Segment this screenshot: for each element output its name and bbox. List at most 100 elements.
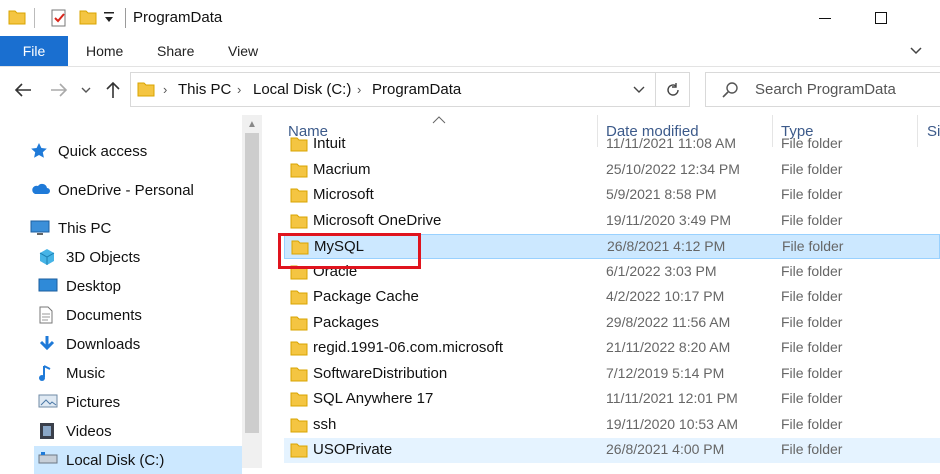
tab-share[interactable]: Share bbox=[157, 36, 194, 66]
address-row: › This PC › Local Disk (C:) › ProgramDat… bbox=[0, 67, 940, 113]
scrollbar-thumb[interactable] bbox=[245, 133, 259, 433]
nav-item-local-disk[interactable]: Local Disk (C:) bbox=[34, 446, 242, 474]
nav-item-downloads[interactable]: Downloads bbox=[38, 330, 140, 358]
cloud-icon bbox=[30, 181, 50, 199]
file-name: ssh bbox=[313, 415, 337, 433]
file-date-modified: 19/11/2020 3:49 PM bbox=[606, 211, 732, 228]
breadcrumb-local-disk[interactable]: Local Disk (C:) bbox=[253, 81, 351, 98]
minimize-button[interactable] bbox=[802, 0, 848, 36]
music-icon bbox=[38, 364, 58, 382]
file-row[interactable]: Packages 29/8/2022 11:56 AM File folder bbox=[284, 311, 940, 336]
breadcrumb-separator[interactable]: › bbox=[237, 82, 241, 97]
back-arrow-icon bbox=[14, 83, 31, 97]
file-row[interactable]: Package Cache 4/2/2022 10:17 PM File folde… bbox=[284, 285, 940, 310]
chevron-down-icon bbox=[633, 86, 645, 93]
file-type: File folder bbox=[781, 186, 843, 202]
tab-view[interactable]: View bbox=[228, 36, 258, 66]
folder-icon bbox=[290, 340, 308, 356]
file-date-modified: 29/8/2022 11:56 AM bbox=[606, 313, 731, 330]
nav-item-onedrive[interactable]: OneDrive - Personal bbox=[30, 176, 194, 204]
address-history-dropdown[interactable] bbox=[627, 73, 651, 106]
file-date-modified: 21/11/2022 8:20 AM bbox=[606, 339, 731, 355]
new-folder-icon[interactable] bbox=[79, 9, 97, 25]
nav-item-this-pc[interactable]: This PC bbox=[30, 214, 111, 242]
up-button[interactable] bbox=[102, 79, 124, 101]
file-name: Intuit bbox=[313, 135, 346, 152]
file-row[interactable]: ssh 19/11/2020 10:53 AM File folder bbox=[284, 413, 940, 438]
nav-item-3d-objects[interactable]: 3D Objects bbox=[38, 243, 140, 271]
sort-ascending-icon bbox=[432, 115, 446, 127]
scroll-up-icon[interactable]: ▲ bbox=[246, 119, 258, 130]
file-row[interactable]: regid.1991-06.com.microsoft 21/11/2022 8:… bbox=[284, 336, 940, 361]
breadcrumb-this-pc[interactable]: This PC bbox=[178, 81, 231, 98]
navigation-pane: Quick access OneDrive - Personal This PC… bbox=[0, 115, 262, 474]
file-name: Package Cache bbox=[313, 288, 419, 305]
nav-item-desktop[interactable]: Desktop bbox=[38, 272, 121, 300]
breadcrumb-programdata[interactable]: ProgramData bbox=[372, 81, 461, 98]
file-type: File folder bbox=[781, 441, 843, 457]
expand-ribbon-icon[interactable] bbox=[908, 42, 928, 60]
window-title: ProgramData bbox=[133, 9, 223, 26]
search-input[interactable]: Search ProgramData bbox=[755, 81, 896, 98]
file-row[interactable]: Microsoft OneDrive 19/11/2020 3:49 PM File… bbox=[284, 209, 940, 234]
file-type: File folder bbox=[781, 288, 843, 304]
file-row[interactable]: Intuit 11/11/2021 11:08 AM File folder bbox=[284, 132, 940, 157]
drive-icon bbox=[38, 451, 58, 469]
nav-item-pictures[interactable]: Pictures bbox=[38, 388, 120, 416]
folder-icon bbox=[290, 391, 308, 407]
nav-item-documents[interactable]: Documents bbox=[38, 301, 142, 329]
file-name: Packages bbox=[313, 313, 379, 331]
file-name: SQL Anywhere 17 bbox=[313, 390, 434, 407]
properties-icon[interactable] bbox=[50, 9, 68, 27]
nav-label: Local Disk (C:) bbox=[66, 451, 165, 469]
folder-icon bbox=[290, 136, 308, 152]
chevron-down-icon bbox=[81, 87, 91, 93]
file-type: File folder bbox=[781, 313, 843, 330]
nav-label: Documents bbox=[66, 306, 142, 324]
nav-item-videos[interactable]: Videos bbox=[38, 417, 112, 445]
maximize-button[interactable] bbox=[858, 0, 904, 36]
title-bar: ProgramData bbox=[0, 0, 940, 36]
address-bar[interactable]: › This PC › Local Disk (C:) › ProgramDat… bbox=[130, 72, 690, 107]
file-date-modified: 26/8/2021 4:00 PM bbox=[606, 441, 725, 457]
forward-button[interactable] bbox=[48, 79, 70, 101]
file-name: Microsoft OneDrive bbox=[313, 211, 442, 229]
folder-icon bbox=[290, 213, 308, 229]
search-icon bbox=[722, 81, 740, 99]
file-name: Macrium bbox=[313, 160, 371, 178]
file-row[interactable]: SoftwareDistribution 7/12/2019 5:14 PM Fil… bbox=[284, 362, 940, 387]
nav-scrollbar[interactable]: ▲ bbox=[242, 115, 262, 468]
qat-dropdown-icon[interactable] bbox=[102, 9, 116, 25]
tab-home[interactable]: Home bbox=[86, 36, 123, 66]
file-type: File folder bbox=[781, 339, 843, 355]
file-type: File folder bbox=[781, 415, 843, 432]
address-divider bbox=[655, 73, 656, 106]
breadcrumb-separator[interactable]: › bbox=[357, 82, 361, 97]
folder-icon bbox=[290, 366, 308, 382]
ribbon-tabs: File Home Share View bbox=[0, 36, 940, 67]
title-separator bbox=[125, 8, 126, 28]
recent-locations-button[interactable] bbox=[78, 79, 94, 101]
breadcrumb-separator[interactable]: › bbox=[163, 82, 167, 97]
nav-label: Videos bbox=[66, 422, 112, 440]
file-name: SoftwareDistribution bbox=[313, 364, 448, 382]
nav-item-quick-access[interactable]: Quick access bbox=[30, 137, 147, 165]
folder-icon bbox=[290, 162, 308, 178]
file-date-modified: 4/2/2022 10:17 PM bbox=[606, 288, 725, 304]
file-name: regid.1991-06.com.microsoft bbox=[313, 339, 504, 356]
nav-label: 3D Objects bbox=[66, 248, 141, 266]
file-row[interactable]: USOPrivate 26/8/2021 4:00 PM File folder bbox=[284, 438, 940, 463]
file-row[interactable]: Microsoft 5/9/2021 8:58 PM File folder bbox=[284, 183, 940, 208]
refresh-icon bbox=[667, 82, 679, 96]
folder-icon[interactable] bbox=[8, 9, 26, 25]
refresh-button[interactable] bbox=[659, 73, 687, 106]
folder-icon bbox=[290, 187, 308, 203]
nav-item-music[interactable]: Music bbox=[38, 359, 105, 387]
search-box[interactable]: Search ProgramData bbox=[705, 72, 940, 107]
file-type: File folder bbox=[782, 238, 844, 254]
file-date-modified: 26/8/2021 4:12 PM bbox=[607, 238, 726, 254]
file-row[interactable]: Macrium 25/10/2022 12:34 PM File folder bbox=[284, 158, 940, 183]
back-button[interactable] bbox=[12, 79, 34, 101]
file-row[interactable]: SQL Anywhere 17 11/11/2021 12:01 PM File f… bbox=[284, 387, 940, 412]
tab-file[interactable]: File bbox=[0, 36, 68, 66]
